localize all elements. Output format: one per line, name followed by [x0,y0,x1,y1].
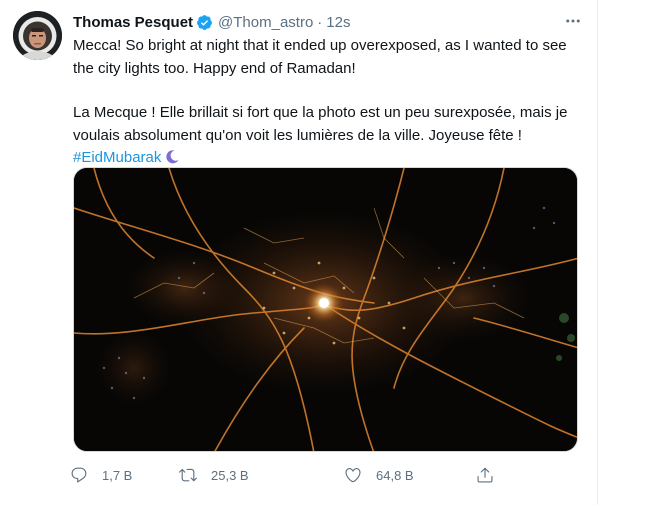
tweet-card[interactable]: Thomas Pesquet @Thom_astro · 12s Mecca! … [0,0,597,505]
reply-icon [62,460,96,490]
author-name[interactable]: Thomas Pesquet [73,14,193,31]
separator-dot: · [317,13,323,31]
tweet-photo[interactable] [73,167,578,452]
share-button[interactable] [468,460,502,490]
tweet-text-french-body: La Mecque ! Elle brillait si fort que la… [73,104,568,144]
like-button[interactable]: 64,8 B [336,460,414,490]
like-count: 64,8 B [376,467,414,483]
tweet-text-english: Mecca! So bright at night that it ended … [73,37,567,77]
reply-count: 1,7 B [102,467,133,483]
tweet-timestamp[interactable]: 12s [326,14,350,31]
more-options-icon[interactable] [562,10,584,32]
share-icon [468,460,502,490]
timeline-border [597,0,598,505]
tweet-actions: 1,7 B 25,3 B 64,8 B [62,460,582,490]
heart-icon [336,460,370,490]
hashtag-link[interactable]: #EidMubarak [73,149,161,166]
tweet-text: Mecca! So bright at night that it ended … [73,35,578,173]
retweet-button[interactable]: 25,3 B [171,460,249,490]
reply-button[interactable]: 1,7 B [62,460,132,490]
tweet-header: Thomas Pesquet @Thom_astro · 12s [73,12,350,32]
verified-badge-icon [196,14,213,31]
tweet-text-french: La Mecque ! Elle brillait si fort que la… [73,102,578,173]
retweet-icon [171,460,205,490]
avatar[interactable] [13,11,62,60]
author-handle[interactable]: @Thom_astro [218,14,313,31]
retweet-count: 25,3 B [211,467,249,483]
